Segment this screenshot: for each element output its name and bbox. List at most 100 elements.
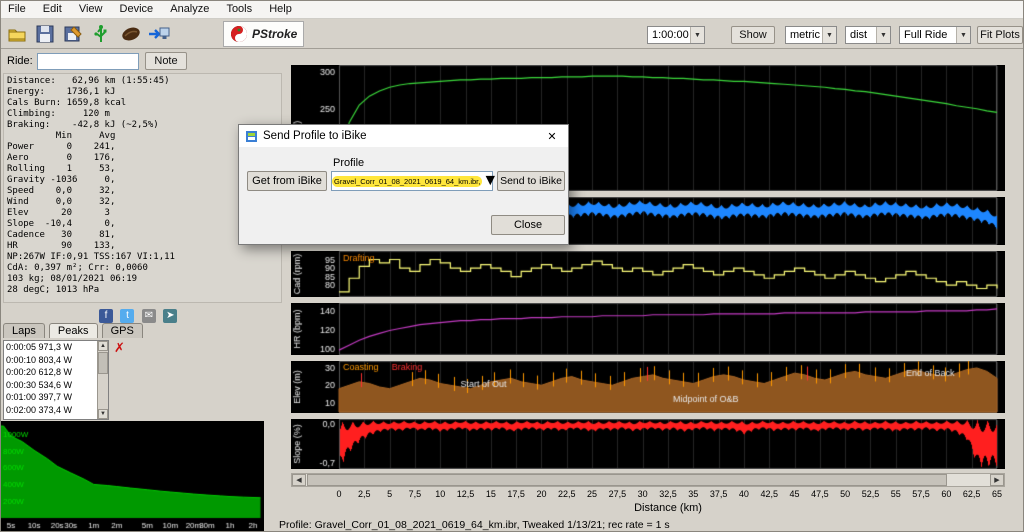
list-item[interactable]: 0:00:30 534,6 W (4, 379, 108, 392)
slope-plot[interactable] (291, 419, 1005, 469)
menu-analyze[interactable]: Analyze (163, 1, 216, 17)
save-as-icon[interactable] (61, 22, 85, 46)
toolbar: PStroke 1:00:00▼ Show metric▼ dist▼ Full… (1, 19, 1024, 49)
x-axis-tick: 55 (891, 489, 901, 499)
x-axis-tick: 30 (638, 489, 648, 499)
horizontal-scrollbar[interactable]: ◀ ▶ (291, 473, 1005, 487)
xaxis-mode-select[interactable]: dist▼ (845, 26, 891, 44)
x-axis-tick: 60 (941, 489, 951, 499)
list-item[interactable]: 0:00:20 612,8 W (4, 366, 108, 379)
range-select[interactable]: Full Ride▼ (899, 26, 971, 44)
left-tabs: Laps Peaks GPS (3, 323, 144, 340)
x-axis-tick: 47,5 (811, 489, 829, 499)
left-panel: Ride: Note Distance: 62,96 km (1:55:45) … (1, 49, 285, 532)
x-axis-tick: 62,5 (963, 489, 981, 499)
dialog-close-button[interactable]: Close (491, 215, 565, 235)
x-axis-tick: 52,5 (862, 489, 880, 499)
chart-area: ◀ ▶ 02,557,51012,51517,52022,52527,53032… (285, 49, 1024, 519)
x-axis-tick: 0 (336, 489, 341, 499)
x-axis-tick: 25 (587, 489, 597, 499)
fit-plots-button[interactable]: Fit Plots (977, 26, 1023, 44)
scroll-right-icon[interactable]: ▶ (990, 474, 1004, 486)
tab-laps[interactable]: Laps (3, 323, 45, 338)
email-icon[interactable]: ✉ (142, 309, 156, 323)
list-item[interactable]: 0:00:10 803,4 W (4, 354, 108, 367)
open-file-icon[interactable] (5, 22, 29, 46)
show-button[interactable]: Show (731, 26, 775, 44)
status-text: Profile: Gravel_Corr_01_08_2021_0619_64_… (279, 519, 670, 531)
chevron-down-icon: ▼ (690, 27, 704, 43)
x-axis-tick: 50 (840, 489, 850, 499)
scroll-left-icon[interactable]: ◀ (292, 474, 306, 486)
app-window: File Edit View Device Analyze Tools Help… (0, 0, 1024, 532)
list-item[interactable]: 0:00:05 971,3 W (4, 341, 108, 354)
heartrate-plot[interactable] (291, 303, 1005, 355)
scrollbar-thumb[interactable] (307, 474, 947, 486)
x-axis-tick-labels: 02,557,51012,51517,52022,52527,53032,535… (285, 489, 1024, 501)
x-axis-tick: 5 (387, 489, 392, 499)
power-duration-chart[interactable] (1, 421, 264, 531)
list-item[interactable]: 0:01:00 397,7 W (4, 391, 108, 404)
profile-label: Profile (333, 157, 364, 169)
x-axis-tick: 15 (486, 489, 496, 499)
share-icon[interactable]: ➤ (163, 309, 177, 323)
x-axis-tick: 35 (688, 489, 698, 499)
x-axis-tick: 32,5 (659, 489, 677, 499)
x-axis-label: Distance (km) (339, 502, 997, 514)
chevron-down-icon: ▼ (822, 27, 836, 43)
menu-bar: File Edit View Device Analyze Tools Help (1, 1, 1024, 19)
menu-edit[interactable]: Edit (36, 1, 69, 17)
units-select[interactable]: metric▼ (785, 26, 837, 44)
note-button[interactable]: Note (145, 52, 187, 70)
x-axis-tick: 20 (536, 489, 546, 499)
scrollbar-thumb[interactable] (98, 352, 108, 374)
tab-gps[interactable]: GPS (102, 323, 143, 338)
ride-label: Ride: (7, 55, 33, 67)
profile-value: Gravel_Corr_01_08_2021_0619_64_km.ibr, (332, 176, 482, 187)
profile-combobox[interactable]: Gravel_Corr_01_08_2021_0619_64_km.ibr, ▼ (331, 171, 493, 191)
pstroke-swirl-icon (230, 25, 248, 43)
send-profile-dialog: Send Profile to iBike ✕ Profile Get from… (238, 124, 569, 245)
scroll-up-icon[interactable]: ▲ (98, 341, 108, 351)
dialog-close-icon[interactable]: ✕ (536, 125, 568, 147)
menu-view[interactable]: View (72, 1, 110, 17)
x-axis-tick: 40 (739, 489, 749, 499)
twitter-icon[interactable]: t (120, 309, 134, 323)
ride-name-input[interactable] (37, 53, 139, 70)
menu-device[interactable]: Device (113, 1, 161, 17)
get-from-ibike-button[interactable]: Get from iBike (247, 171, 327, 191)
chevron-down-icon: ▼ (876, 27, 890, 43)
elevation-plot[interactable] (291, 361, 1005, 413)
facebook-icon[interactable]: f (99, 309, 113, 323)
pstroke-logo: PStroke (223, 21, 304, 47)
x-axis-tick: 10 (435, 489, 445, 499)
x-axis-tick: 57,5 (912, 489, 930, 499)
peaks-list: 0:00:05 971,3 W 0:00:10 803,4 W 0:00:20 … (3, 340, 109, 420)
bean-icon[interactable] (119, 22, 143, 46)
status-bar: Profile: Gravel_Corr_01_08_2021_0619_64_… (269, 519, 1024, 532)
x-axis-tick: 7,5 (409, 489, 422, 499)
logo-text: PStroke (252, 27, 297, 41)
menu-help[interactable]: Help (262, 1, 299, 17)
usb-device-icon[interactable] (89, 22, 113, 46)
send-to-ibike-button[interactable]: Send to iBike (497, 171, 565, 191)
dialog-app-icon (245, 130, 258, 143)
menu-file[interactable]: File (1, 1, 33, 17)
dialog-title-bar[interactable]: Send Profile to iBike ✕ (239, 125, 568, 147)
list-item[interactable]: 0:02:00 373,4 W (4, 404, 108, 417)
tab-peaks[interactable]: Peaks (49, 323, 98, 338)
x-axis-tick: 37,5 (710, 489, 728, 499)
menu-tools[interactable]: Tools (219, 1, 259, 17)
x-axis-tick: 2,5 (358, 489, 371, 499)
save-icon[interactable] (33, 22, 57, 46)
close-peaks-icon[interactable]: ✗ (114, 341, 125, 354)
scroll-down-icon[interactable]: ▼ (98, 409, 108, 419)
dialog-title: Send Profile to iBike (263, 130, 367, 142)
x-axis-tick: 17,5 (507, 489, 525, 499)
x-axis-tick: 65 (992, 489, 1002, 499)
send-to-device-icon[interactable] (147, 22, 171, 46)
peaks-scrollbar[interactable]: ▲ ▼ (97, 341, 108, 419)
x-axis-tick: 22,5 (558, 489, 576, 499)
time-window-select[interactable]: 1:00:00▼ (647, 26, 705, 44)
cadence-plot[interactable] (291, 251, 1005, 297)
